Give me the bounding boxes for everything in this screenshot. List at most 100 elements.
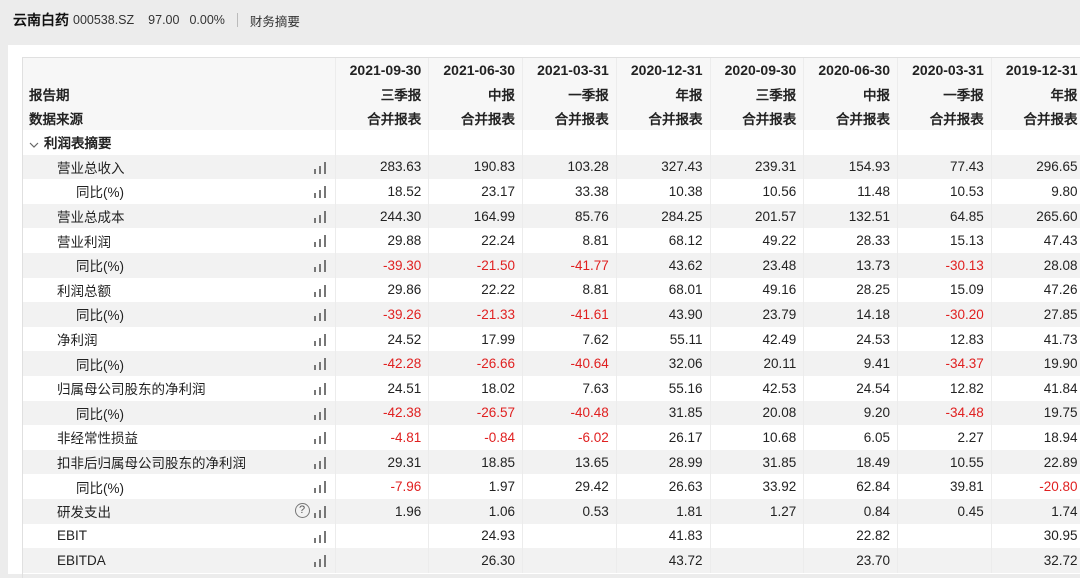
value-cell: 20.11 (710, 351, 805, 376)
section-row-income-statement[interactable]: 利润表摘要 (23, 130, 1080, 155)
financial-table-container[interactable]: 2021-09-30 2021-06-30 2021-03-31 2020-12-31… (22, 57, 1080, 578)
value-cell: 2.27 (897, 425, 992, 450)
help-icon[interactable]: ? (294, 502, 310, 518)
value-cell: -20.80 (991, 474, 1080, 499)
value-cell: -4.81 (335, 425, 430, 450)
column-source: 合并报表 (522, 106, 617, 130)
row-label-cell: 研发支出? (23, 498, 336, 524)
value-cell (335, 548, 430, 573)
column-source: 合并报表 (710, 106, 805, 130)
bar-chart-icon[interactable] (313, 235, 327, 248)
value-cell: 8.81 (522, 228, 617, 253)
column-date[interactable]: 2020-09-30 (710, 58, 805, 82)
header-row-source: 数据来源 合并报表 合并报表 合并报表 合并报表 合并报表 合并报表 合并报表 合并报表 (23, 106, 1080, 130)
value-cell: 39.81 (897, 474, 992, 499)
row-label-cell: 同比(%) (23, 400, 336, 426)
header-label-cell: 报告期 (23, 82, 336, 106)
bar-chart-icon[interactable] (313, 382, 327, 395)
value-cell: -39.30 (335, 252, 430, 278)
value-cell: -26.57 (428, 400, 523, 426)
row-label-cell: 同比(%) (23, 302, 336, 327)
column-source: 合并报表 (428, 106, 523, 130)
row-label: EBITDA (57, 552, 106, 568)
row-label-cell: 营业利润 (23, 228, 336, 253)
value-cell: 23.17 (428, 179, 523, 204)
row-label-cell: 同比(%) (23, 351, 336, 376)
empty-cell (522, 130, 617, 155)
bar-chart-icon[interactable] (313, 407, 327, 420)
value-cell: 1.81 (616, 498, 711, 524)
bar-chart-icon[interactable] (313, 161, 327, 174)
value-cell: 0.53 (522, 498, 617, 524)
empty-cell (335, 130, 430, 155)
bar-chart-icon[interactable] (313, 333, 327, 346)
value-cell: 18.94 (991, 425, 1080, 450)
bar-chart-icon[interactable] (313, 210, 327, 223)
chevron-down-icon[interactable] (29, 137, 39, 151)
value-cell (522, 548, 617, 573)
value-cell: 154.93 (803, 154, 898, 180)
row-label: 同比(%) (76, 185, 124, 201)
column-date[interactable]: 2020-06-30 (803, 58, 898, 82)
bar-chart-icon[interactable] (313, 186, 327, 199)
value-cell: 68.12 (616, 228, 711, 253)
row-label-cell: EBIT (23, 523, 336, 549)
tab-financial-summary[interactable]: 财务摘要 (250, 11, 300, 30)
row-label-cell: 利润总额 (23, 277, 336, 303)
value-cell: 1.97 (428, 474, 523, 499)
table-row: EBIT 24.93 41.83 22.82 30.95 (23, 523, 1080, 549)
value-cell: 164.99 (428, 203, 523, 229)
stock-code: 000538.SZ (73, 13, 135, 27)
bar-chart-icon[interactable] (313, 284, 327, 297)
value-cell: 283.63 (335, 154, 430, 180)
value-cell: 29.88 (335, 228, 430, 253)
bar-chart-icon[interactable] (313, 259, 327, 272)
row-label: 营业总成本 (57, 210, 125, 226)
value-cell: 26.63 (616, 474, 711, 499)
value-cell: 22.24 (428, 228, 523, 253)
column-period: 三季报 (710, 82, 805, 106)
value-cell: 13.73 (803, 252, 898, 278)
value-cell: -6.02 (522, 425, 617, 450)
value-cell: 31.85 (616, 400, 711, 426)
value-cell: 28.08 (991, 252, 1080, 278)
bar-chart-icon[interactable] (313, 555, 327, 568)
value-cell: 9.20 (803, 400, 898, 426)
row-label-cell: 净利润 (23, 326, 336, 352)
column-date[interactable]: 2020-12-31 (616, 58, 711, 82)
value-cell: 8.81 (522, 277, 617, 303)
bar-chart-icon[interactable] (313, 309, 327, 322)
value-cell: 265.60 (991, 203, 1080, 229)
bar-chart-icon[interactable] (313, 358, 327, 371)
value-cell: -40.64 (522, 351, 617, 376)
value-cell: 132.51 (803, 203, 898, 229)
table-row: 同比(%) 18.52 23.17 33.38 10.38 10.56 11.48 10.53… (23, 179, 1080, 204)
section-title-cell[interactable]: 利润表摘要 (23, 130, 336, 155)
value-cell: 15.13 (897, 228, 992, 253)
table-row: 净利润 24.52 17.99 7.62 55.11 42.49 24.53 12.83 41.… (23, 326, 1080, 352)
value-cell: 1.96 (335, 498, 430, 524)
value-cell: 32.72 (991, 548, 1080, 573)
column-date[interactable]: 2021-09-30 (335, 58, 430, 82)
column-date[interactable]: 2021-06-30 (428, 58, 523, 82)
empty-cell (897, 130, 992, 155)
row-label-cell: 营业总成本 (23, 203, 336, 229)
bar-chart-icon[interactable] (313, 505, 327, 518)
section-title: 利润表摘要 (44, 136, 112, 152)
value-cell: 17.99 (428, 326, 523, 352)
bar-chart-icon[interactable] (313, 432, 327, 445)
bar-chart-icon[interactable] (313, 456, 327, 469)
value-cell: 190.83 (428, 154, 523, 180)
value-cell: 239.31 (710, 154, 805, 180)
value-cell: 7.63 (522, 375, 617, 401)
value-cell: 47.43 (991, 228, 1080, 253)
bar-chart-icon[interactable] (313, 530, 327, 543)
value-cell: -7.96 (335, 474, 430, 499)
column-date[interactable]: 2019-12-31 (991, 58, 1080, 82)
column-date[interactable]: 2021-03-31 (522, 58, 617, 82)
value-cell: 24.93 (428, 523, 523, 549)
column-date[interactable]: 2020-03-31 (897, 58, 992, 82)
value-cell: 42.53 (710, 375, 805, 401)
bar-chart-icon[interactable] (313, 481, 327, 494)
header-row-period: 报告期 三季报 中报 一季报 年报 三季报 中报 一季报 年报 (23, 82, 1080, 106)
